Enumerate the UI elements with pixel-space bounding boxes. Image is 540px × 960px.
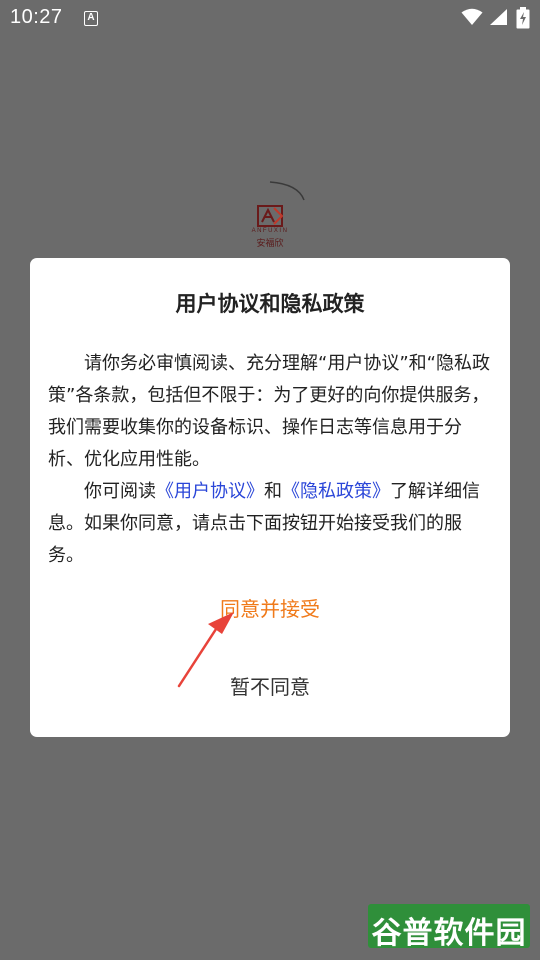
privacy-dialog: 用户协议和隐私政策 请你务必审慎阅读、充分理解“用户协议”和“隐私政策”各条款，…	[30, 258, 510, 737]
logo-emblem-icon	[257, 181, 305, 227]
privacy-policy-link[interactable]: 《隐私政策》	[282, 481, 390, 502]
dialog-body: 请你务必审慎阅读、充分理解“用户协议”和“隐私政策”各条款，包括但不限于：为了更…	[48, 348, 494, 572]
paragraph-2-prefix: 你可阅读	[84, 481, 156, 502]
user-agreement-link[interactable]: 《用户协议》	[156, 481, 264, 502]
dialog-paragraph-1: 请你务必审慎阅读、充分理解“用户协议”和“隐私政策”各条款，包括但不限于：为了更…	[48, 353, 490, 470]
paragraph-2-and: 和	[264, 481, 282, 502]
dialog-title: 用户协议和隐私政策	[175, 292, 365, 316]
dialog-paragraph-2: 你可阅读《用户协议》和《隐私政策》了解详细信息。如果你同意，请点击下面按钮开始接…	[48, 476, 494, 572]
a-notification-icon: A	[84, 11, 98, 26]
status-time: 10:27	[10, 6, 63, 28]
logo-chinese-text: 安福欣	[256, 239, 284, 249]
wifi-icon	[461, 8, 483, 25]
logo-brand-text: ANFUXIN	[251, 228, 289, 234]
red-arrow-annotation	[177, 612, 234, 688]
watermark: 谷普软件园	[368, 904, 530, 951]
battery-charging-icon	[516, 7, 530, 29]
status-bar: 10:27 A	[0, 0, 540, 36]
signal-icon	[490, 9, 507, 25]
watermark-text: 谷普软件园	[371, 916, 527, 951]
app-logo: ANFUXIN 安福欣	[240, 178, 306, 250]
